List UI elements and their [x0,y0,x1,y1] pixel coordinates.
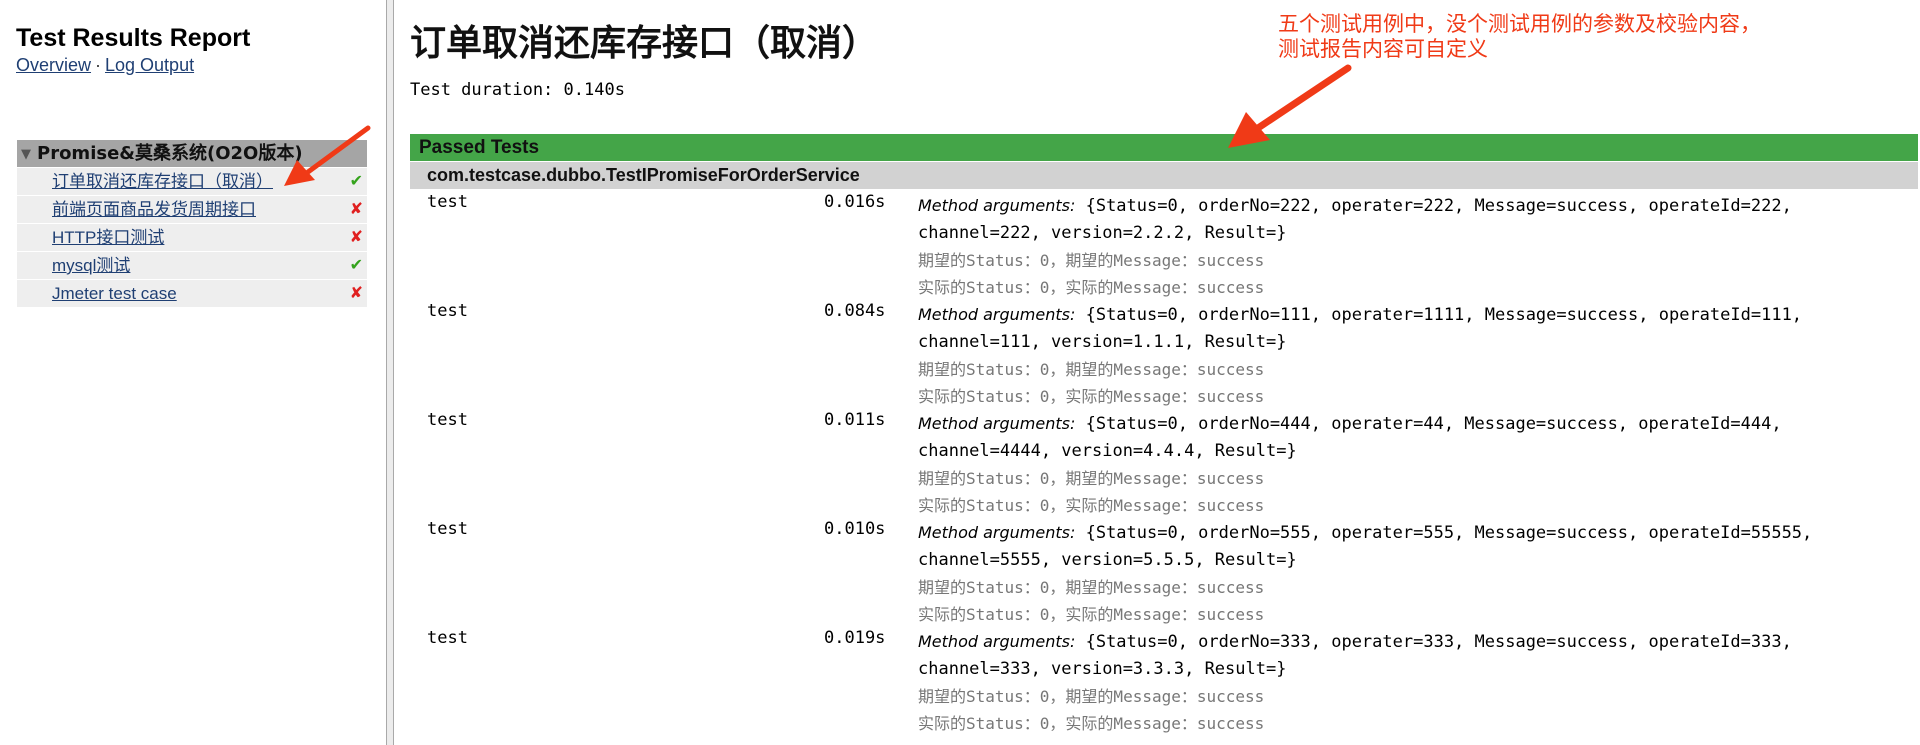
test-item: 订单取消还库存接口（取消） ✔ [17,168,367,195]
annotation-line: 测试报告内容可自定义 [1278,37,1488,61]
test-name: test [427,301,468,321]
table-row: test 0.010s Method arguments: {Status=0,… [410,517,1918,626]
results-table: test 0.016s Method arguments: {Status=0,… [410,190,1918,735]
actual-line: 实际的Status：0，实际的Message：success [918,387,1265,406]
expected-line: 期望的Status：0，期望的Message：success [918,578,1265,597]
test-time: 0.011s [824,410,886,430]
actual-line: 实际的Status：0，实际的Message：success [918,278,1265,297]
test-item: Jmeter test case ✘ [17,280,367,307]
overview-link[interactable]: Overview [16,55,91,75]
annotation-text: 五个测试用例中，没个测试用例的参数及校验内容， 测试报告内容可自定义 [1278,12,1761,62]
test-item: mysql测试 ✔ [17,252,367,279]
passed-tests-header: Passed Tests [410,134,1918,161]
annotation-line: 五个测试用例中，没个测试用例的参数及校验内容， [1278,12,1761,36]
expected-line: 期望的Status：0，期望的Message：success [918,469,1265,488]
pass-check-icon: ✔ [349,173,363,190]
test-link[interactable]: mysql测试 [52,256,130,275]
table-row: test 0.016s Method arguments: {Status=0,… [410,190,1918,299]
test-details: Method arguments: {Status=0, orderNo=222… [918,192,1908,301]
test-link[interactable]: 订单取消还库存接口（取消） [52,172,273,191]
test-name: test [427,519,468,539]
test-details: Method arguments: {Status=0, orderNo=444… [918,410,1908,519]
table-row: test 0.019s Method arguments: {Status=0,… [410,626,1918,735]
test-details: Method arguments: {Status=0, orderNo=111… [918,301,1908,410]
test-link[interactable]: HTTP接口测试 [52,228,164,247]
expected-line: 期望的Status：0，期望的Message：success [918,360,1265,379]
log-output-link[interactable]: Log Output [105,55,194,75]
args-label: Method arguments: [918,523,1076,542]
frame-divider[interactable] [386,0,394,745]
test-link[interactable]: 前端页面商品发货周期接口 [52,200,256,219]
pass-check-icon: ✔ [349,257,363,274]
page-title: 订单取消还库存接口（取消） [410,23,879,64]
suite-header[interactable]: ▼ Promise&莫桑系统(O2O版本) [17,140,367,167]
args-label: Method arguments: [918,414,1076,433]
fail-cross-icon: ✘ [349,285,363,302]
test-name: test [427,628,468,648]
test-duration: Test duration: 0.140s [410,80,625,100]
actual-line: 实际的Status：0，实际的Message：success [918,605,1265,624]
table-row: test 0.084s Method arguments: {Status=0,… [410,299,1918,408]
collapse-triangle-icon[interactable]: ▼ [21,141,31,168]
top-links: Overview · Log Output [16,55,194,76]
sidebar: Test Results Report Overview · Log Output … [0,0,386,745]
test-link[interactable]: Jmeter test case [52,284,177,303]
args-label: Method arguments: [918,305,1076,324]
suite-name: Promise&莫桑系统(O2O版本) [37,143,303,164]
test-time: 0.019s [824,628,886,648]
test-time: 0.016s [824,192,886,212]
suite-panel: ▼ Promise&莫桑系统(O2O版本) 订单取消还库存接口（取消） ✔ 前端页… [17,140,367,307]
table-row: test 0.011s Method arguments: {Status=0,… [410,408,1918,517]
args-label: Method arguments: [918,632,1076,651]
main-content: 订单取消还库存接口（取消） Test duration: 0.140s Pass… [410,0,1920,745]
test-details: Method arguments: {Status=0, orderNo=555… [918,519,1908,628]
test-item: HTTP接口测试 ✘ [17,224,367,251]
actual-line: 实际的Status：0，实际的Message：success [918,714,1265,733]
args-label: Method arguments: [918,196,1076,215]
test-name: test [427,410,468,430]
test-time: 0.084s [824,301,886,321]
report-title: Test Results Report [16,24,251,52]
expected-line: 期望的Status：0，期望的Message：success [918,687,1265,706]
test-class-header: com.testcase.dubbo.TestIPromiseForOrderS… [410,162,1918,189]
test-time: 0.010s [824,519,886,539]
actual-line: 实际的Status：0，实际的Message：success [918,496,1265,515]
test-name: test [427,192,468,212]
test-item: 前端页面商品发货周期接口 ✘ [17,196,367,223]
link-separator: · [95,55,102,75]
fail-cross-icon: ✘ [349,201,363,218]
expected-line: 期望的Status：0，期望的Message：success [918,251,1265,270]
test-details: Method arguments: {Status=0, orderNo=333… [918,628,1908,737]
fail-cross-icon: ✘ [349,229,363,246]
